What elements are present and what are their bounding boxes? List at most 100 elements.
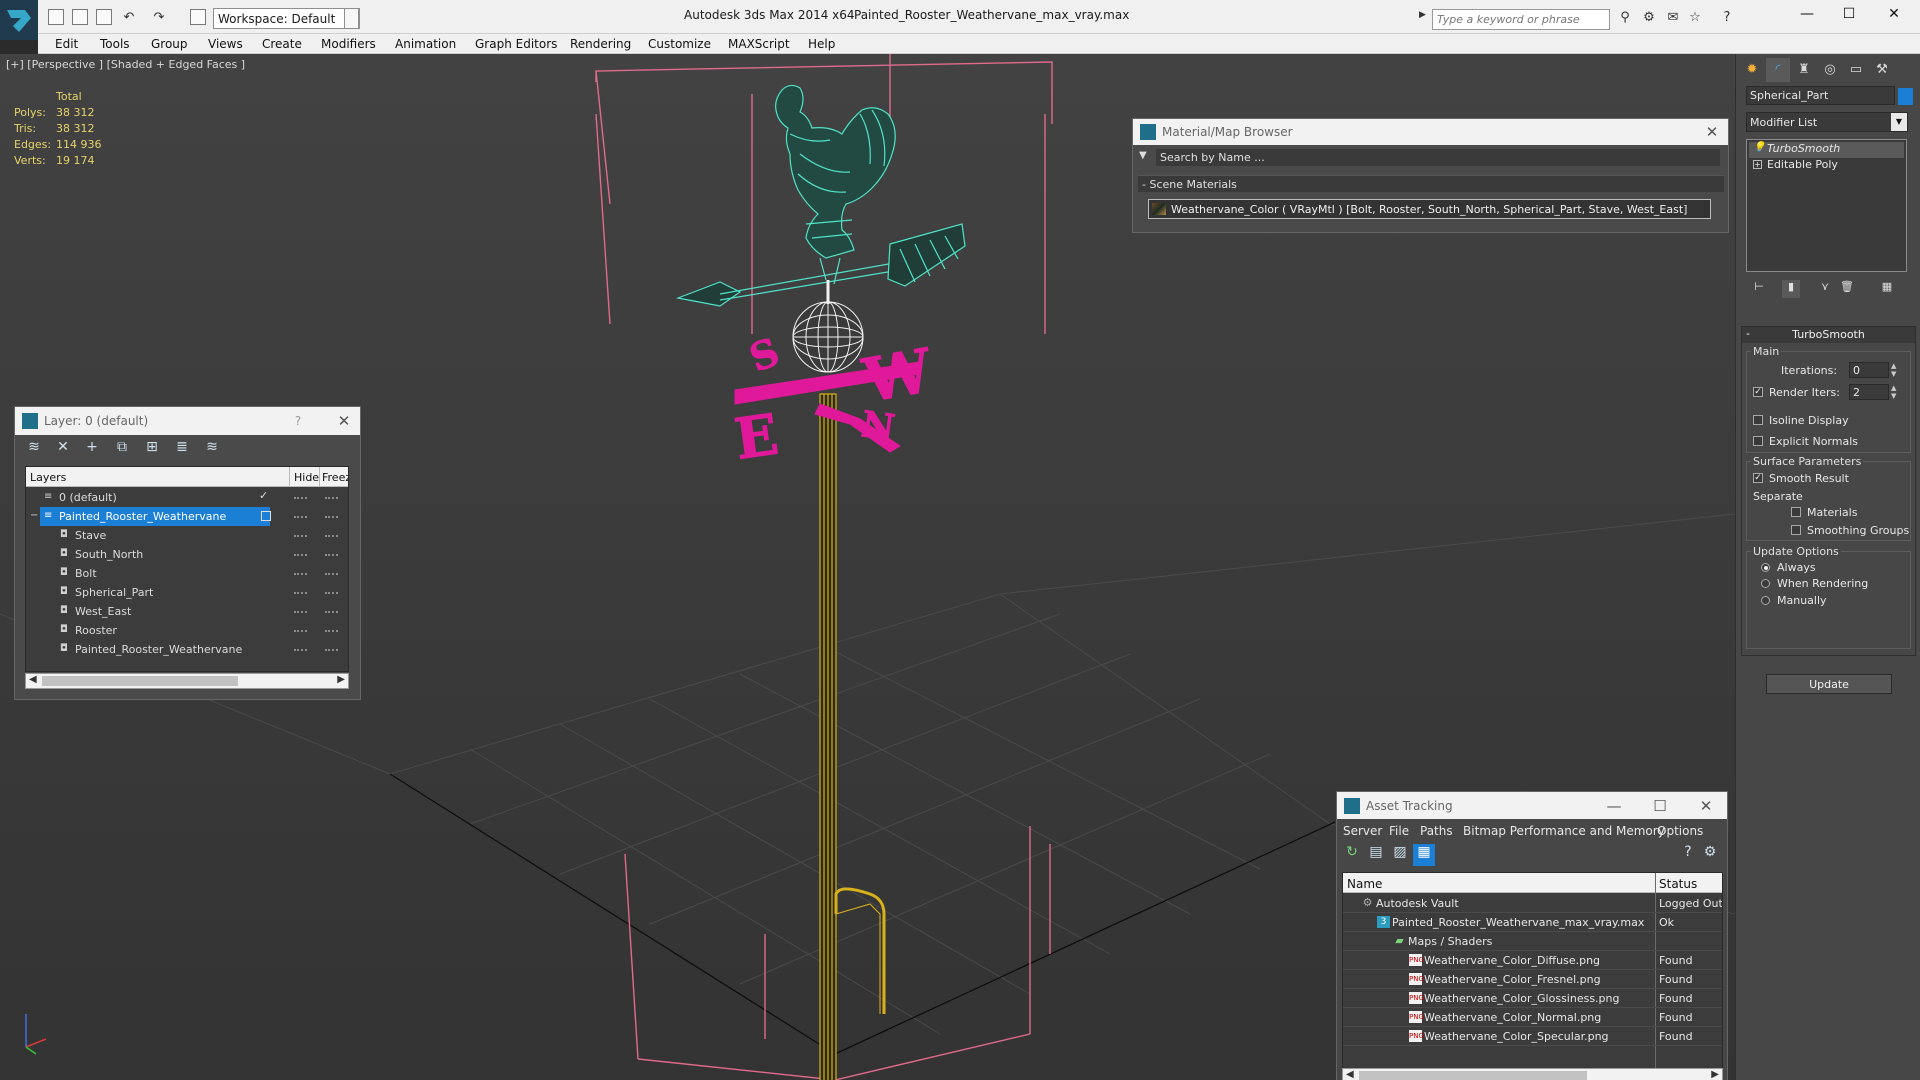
thumbnail-view-icon[interactable]: ▨ bbox=[1389, 844, 1411, 866]
col-freeze[interactable]: Freez bbox=[319, 467, 348, 487]
freeze-toggle[interactable] bbox=[325, 516, 338, 518]
scroll-thumb[interactable] bbox=[42, 676, 238, 686]
asset-row[interactable]: 3 Painted_Rooster_Weathervane_max_vray.m… bbox=[1343, 913, 1722, 932]
create-tab-icon[interactable]: ✹ bbox=[1740, 58, 1764, 82]
freeze-toggle[interactable] bbox=[325, 592, 338, 594]
asset-menu-server[interactable]: Server bbox=[1343, 824, 1382, 838]
collapse-icon[interactable]: − bbox=[30, 510, 41, 522]
object-name-field[interactable]: Spherical_Part bbox=[1746, 86, 1895, 105]
close-icon[interactable]: ✕ bbox=[335, 412, 353, 430]
stack-item-turbosmooth[interactable]: 💡 TurboSmooth bbox=[1749, 142, 1904, 158]
col-name[interactable]: Name bbox=[1347, 877, 1382, 891]
object-row[interactable]: ◘ South_North bbox=[26, 545, 348, 564]
material-browser-titlebar[interactable]: Material/Map Browser ✕ bbox=[1133, 119, 1728, 145]
menu-graph-editors[interactable]: Graph Editors bbox=[475, 37, 557, 51]
hide-toggle[interactable] bbox=[294, 573, 307, 575]
perspective-viewport[interactable]: E S N W [+] [Perspective] [Shaded + Edg… bbox=[0, 54, 1735, 1080]
scene-materials-section[interactable]: - Scene Materials bbox=[1138, 175, 1724, 192]
set-current-checkbox[interactable] bbox=[261, 511, 271, 521]
col-status[interactable]: Status bbox=[1659, 877, 1697, 891]
asset-row[interactable]: ▰ Maps / Shaders bbox=[1343, 932, 1722, 951]
hide-toggle[interactable] bbox=[294, 649, 307, 651]
scroll-right-icon[interactable]: ▶ bbox=[337, 674, 345, 685]
modifier-list-dropdown[interactable]: Modifier List ▼ bbox=[1746, 112, 1908, 132]
explicit-normals-checkbox[interactable] bbox=[1753, 436, 1763, 446]
favorites-star-icon[interactable]: ☆ bbox=[1686, 10, 1704, 28]
close-button[interactable]: ✕ bbox=[1880, 6, 1908, 26]
hide-toggle[interactable] bbox=[294, 554, 307, 556]
remove-modifier-icon[interactable]: 🗑 bbox=[1838, 280, 1856, 298]
close-icon[interactable]: ✕ bbox=[1703, 123, 1721, 141]
viewport-label[interactable]: [+] [Perspective ] [Shaded + Edged Faces… bbox=[6, 58, 245, 71]
asset-tracking-titlebar[interactable]: Asset Tracking — ☐ ✕ bbox=[1337, 792, 1727, 819]
scroll-left-icon[interactable]: ◀ bbox=[29, 674, 37, 685]
redo-icon[interactable]: ↷ bbox=[150, 10, 168, 28]
settings-icon[interactable]: ⚙ bbox=[1699, 844, 1721, 866]
close-icon[interactable]: ✕ bbox=[1697, 797, 1715, 815]
select-objects-icon[interactable]: ⧉ bbox=[111, 439, 133, 461]
select-layer-icon[interactable]: ⊞ bbox=[141, 439, 163, 461]
scroll-right-icon[interactable]: ▶ bbox=[1711, 1069, 1719, 1080]
utilities-tab-icon[interactable]: ⚒ bbox=[1870, 58, 1894, 82]
menu-rendering[interactable]: Rendering bbox=[570, 37, 631, 51]
freeze-toggle[interactable] bbox=[325, 611, 338, 613]
hierarchy-tab-icon[interactable]: ♜ bbox=[1792, 58, 1816, 82]
menu-maxscript[interactable]: MAXScript bbox=[728, 37, 790, 51]
scroll-left-icon[interactable]: ◀ bbox=[1346, 1069, 1354, 1080]
asset-menu-paths[interactable]: Paths bbox=[1420, 824, 1453, 838]
render-iters-spinner[interactable]: 2 bbox=[1849, 384, 1889, 400]
menu-create[interactable]: Create bbox=[262, 37, 302, 51]
freeze-toggle[interactable] bbox=[325, 497, 338, 499]
menu-tools[interactable]: Tools bbox=[100, 37, 130, 51]
display-tab-icon[interactable]: ▭ bbox=[1844, 58, 1868, 82]
list-view-icon[interactable]: ▤ bbox=[1365, 844, 1387, 866]
object-row[interactable]: ◘ Bolt bbox=[26, 564, 348, 583]
refresh-icon[interactable]: ↻ bbox=[1341, 844, 1363, 866]
hide-toggle[interactable] bbox=[294, 611, 307, 613]
open-file-icon[interactable] bbox=[72, 9, 88, 25]
object-row[interactable]: ◘ Rooster bbox=[26, 621, 348, 640]
isoline-display-checkbox[interactable] bbox=[1753, 415, 1763, 425]
table-view-icon[interactable]: ▦ bbox=[1413, 844, 1435, 866]
create-layer-icon[interactable]: ≋ bbox=[23, 439, 45, 461]
expand-icon[interactable]: + bbox=[1753, 160, 1762, 169]
hide-toggle[interactable] bbox=[294, 630, 307, 632]
hide-toggle[interactable] bbox=[294, 535, 307, 537]
spinner-arrows-icon[interactable]: ▲ ▼ bbox=[1891, 362, 1899, 378]
object-row[interactable]: ◘ Spherical_Part bbox=[26, 583, 348, 602]
pin-stack-icon[interactable]: ⊢ bbox=[1750, 280, 1768, 298]
menu-modifiers[interactable]: Modifiers bbox=[321, 37, 376, 51]
undo-icon[interactable]: ↶ bbox=[120, 10, 138, 28]
app-logo-icon[interactable] bbox=[0, 0, 38, 40]
hide-unhide-all-icon[interactable]: ≋ bbox=[201, 439, 223, 461]
object-row[interactable]: ◘ Stave bbox=[26, 526, 348, 545]
search-expand-icon[interactable]: ▶ bbox=[1419, 10, 1431, 28]
communication-icon[interactable]: ✉ bbox=[1664, 10, 1682, 28]
asset-menu-bitmap[interactable]: Bitmap Performance and Memory bbox=[1463, 824, 1665, 838]
render-iters-checkbox[interactable]: ✓ bbox=[1753, 387, 1763, 397]
iterations-spinner[interactable]: 0 bbox=[1849, 362, 1889, 378]
freeze-toggle[interactable] bbox=[325, 573, 338, 575]
freeze-toggle[interactable] bbox=[325, 554, 338, 556]
search-input[interactable]: Type a keyword or phrase bbox=[1432, 9, 1610, 30]
help-icon[interactable]: ? bbox=[1718, 10, 1736, 28]
menu-customize[interactable]: Customize bbox=[648, 37, 711, 51]
asset-row[interactable]: PNG Weathervane_Color_Fresnel.png Found bbox=[1343, 970, 1722, 989]
save-file-icon[interactable] bbox=[96, 9, 112, 25]
freeze-toggle[interactable] bbox=[325, 649, 338, 651]
smooth-result-checkbox[interactable]: ✓ bbox=[1753, 473, 1763, 483]
help-icon[interactable]: ? bbox=[1677, 844, 1699, 866]
material-search-input[interactable]: Search by Name ... bbox=[1156, 149, 1720, 166]
when-rendering-radio[interactable] bbox=[1761, 579, 1770, 588]
layer-row-selected[interactable]: − ≡ Painted_Rooster_Weathervane bbox=[26, 507, 348, 526]
always-radio[interactable] bbox=[1761, 563, 1770, 572]
minimize-button[interactable]: — bbox=[1793, 6, 1821, 26]
hide-toggle[interactable] bbox=[294, 592, 307, 594]
manually-radio[interactable] bbox=[1761, 596, 1770, 605]
maximize-icon[interactable]: ☐ bbox=[1651, 797, 1669, 815]
smoothing-groups-checkbox[interactable] bbox=[1791, 525, 1801, 535]
motion-tab-icon[interactable]: ◎ bbox=[1818, 58, 1842, 82]
rollout-header[interactable]: - TurboSmooth bbox=[1742, 327, 1915, 343]
asset-row[interactable]: PNG Weathervane_Color_Diffuse.png Found bbox=[1343, 951, 1722, 970]
set-current-layer-icon[interactable]: ≣ bbox=[171, 439, 193, 461]
